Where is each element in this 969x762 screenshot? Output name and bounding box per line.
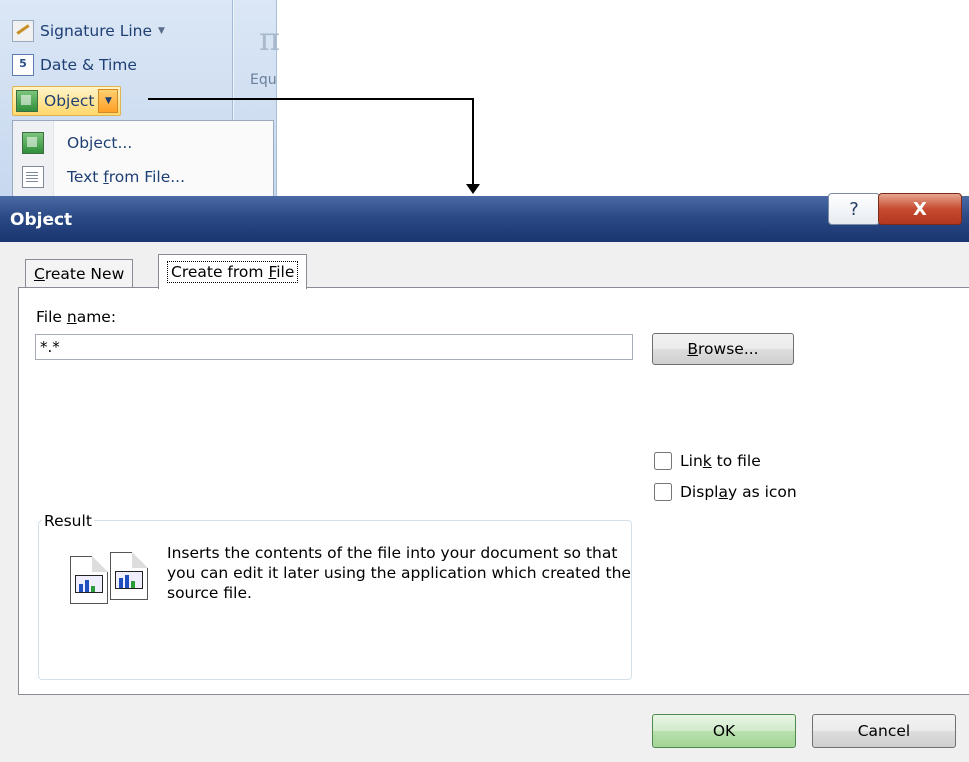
object-dropdown-arrow-icon[interactable]: ▼ (98, 89, 119, 113)
document-icon (70, 556, 108, 604)
tab-create-new-label: Create New (34, 265, 125, 283)
display-as-icon-label: Display as icon (680, 483, 797, 501)
browse-button[interactable]: Browse... (652, 333, 794, 365)
object-button[interactable]: Object ▼ (12, 86, 122, 116)
chevron-down-icon[interactable]: ▼ (158, 26, 165, 36)
tab-create-from-file-label: Create from File (167, 261, 299, 283)
document-icon (110, 552, 148, 600)
link-to-file-checkbox-input[interactable] (654, 452, 672, 470)
connector-line (472, 98, 474, 184)
help-icon: ? (849, 198, 859, 220)
equation-button-label[interactable]: Equ (250, 72, 277, 88)
calendar-icon: 5 (12, 54, 34, 76)
link-to-file-label: Link to file (680, 452, 761, 470)
menu-item-text-from-file[interactable]: Text from File... (13, 161, 271, 193)
browse-button-label: Browse... (687, 340, 759, 358)
tab-create-new[interactable]: Create New (25, 259, 134, 288)
result-label: Result (42, 512, 94, 530)
display-as-icon-checkbox-input[interactable] (654, 483, 672, 501)
dialog-titlebar[interactable] (0, 196, 969, 242)
ribbon-divider (232, 0, 233, 120)
file-name-input[interactable] (35, 334, 633, 360)
object-icon (16, 90, 38, 112)
menu-item-object[interactable]: Object... (13, 127, 271, 159)
close-icon: X (913, 198, 927, 220)
object-dropdown-menu: Object... Text from File... (12, 120, 274, 197)
tab-create-from-file[interactable]: Create from File (158, 254, 308, 289)
menu-item-object-label: Object... (67, 134, 133, 152)
close-button[interactable]: X (878, 193, 962, 225)
ok-button[interactable]: OK (652, 714, 796, 748)
menu-item-text-from-file-label: Text from File... (67, 168, 186, 186)
result-description: Inserts the contents of the file into yo… (167, 544, 631, 602)
dialog-title: Object (10, 210, 73, 230)
text-file-icon (22, 166, 44, 188)
link-to-file-checkbox[interactable]: Link to file (654, 452, 761, 470)
signature-line-label: Signature Line (40, 22, 153, 40)
embedded-document-icon (70, 552, 150, 604)
equation-icon[interactable]: π (259, 20, 280, 58)
display-as-icon-checkbox[interactable]: Display as icon (654, 483, 797, 501)
cancel-button[interactable]: Cancel (812, 714, 956, 748)
file-name-label: File name: (36, 308, 117, 326)
connector-line (148, 98, 474, 100)
object-icon (22, 132, 44, 154)
chart-thumbnail (115, 571, 143, 589)
date-time-button[interactable]: 5 Date & Time (12, 52, 137, 78)
arrow-down-icon (466, 184, 480, 194)
help-button[interactable]: ? (828, 193, 880, 225)
signature-pen-icon (12, 20, 34, 42)
date-time-label: Date & Time (40, 56, 137, 74)
signature-line-button[interactable]: Signature Line ▼ (12, 18, 165, 44)
chart-thumbnail (75, 575, 103, 593)
object-label: Object (44, 92, 95, 110)
